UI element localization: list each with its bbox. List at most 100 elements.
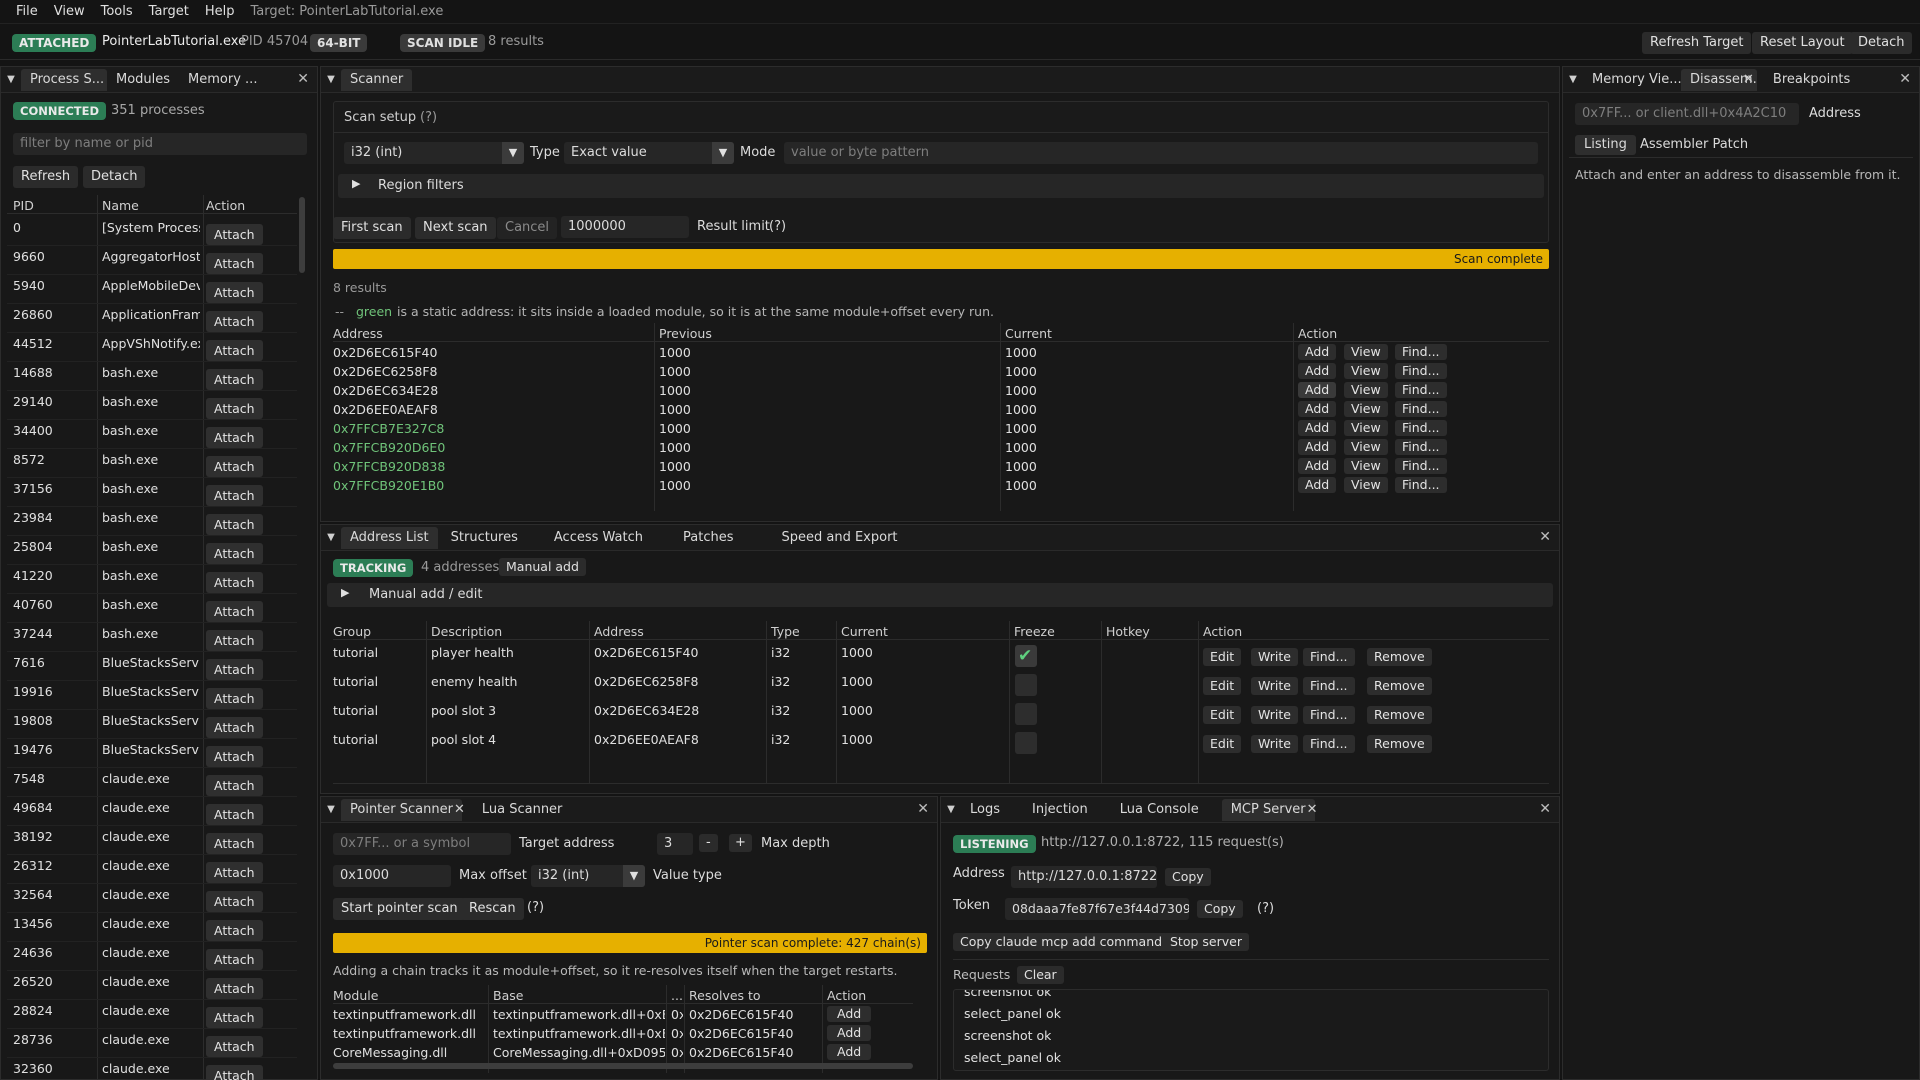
attach-button[interactable]: Attach — [206, 485, 263, 506]
find-access-button[interactable]: Find... — [1395, 344, 1447, 360]
scan-row-address[interactable]: 0x7FFCB7E327C8 — [333, 421, 444, 436]
process-scrollbar[interactable] — [299, 197, 305, 273]
add-pointer-button[interactable]: Add — [827, 1025, 872, 1041]
tab-process-selector[interactable]: Process S... — [21, 68, 107, 91]
address-row-address[interactable]: 0x2D6EC634E28 — [594, 703, 699, 718]
add-pointer-button[interactable]: Add — [827, 1006, 872, 1022]
freeze-checkbox[interactable] — [1015, 674, 1037, 696]
scan-row-address[interactable]: 0x2D6EC615F40 — [333, 345, 437, 360]
collapse-icon[interactable]: ▼ — [321, 804, 341, 815]
address-row-description[interactable]: pool slot 3 — [431, 703, 496, 718]
address-row-description[interactable]: enemy health — [431, 674, 517, 689]
first-scan-button[interactable]: First scan — [333, 217, 411, 239]
address-row-description[interactable]: pool slot 4 — [431, 732, 496, 747]
region-filters-header[interactable]: ▶ Region filters — [338, 174, 1544, 198]
attach-button[interactable]: Attach — [206, 398, 263, 419]
add-to-list-button[interactable]: Add — [1298, 458, 1337, 474]
view-memory-button[interactable]: View — [1344, 344, 1388, 360]
next-scan-button[interactable]: Next scan — [415, 217, 496, 239]
attach-button[interactable]: Attach — [206, 253, 263, 274]
attach-button[interactable]: Attach — [206, 601, 263, 622]
view-memory-button[interactable]: View — [1344, 439, 1388, 455]
freeze-checkbox[interactable]: ✔ — [1015, 645, 1037, 667]
remove-button[interactable]: Remove — [1367, 648, 1432, 666]
tab-address-list[interactable]: Address List — [341, 526, 438, 549]
close-icon[interactable]: ✕ — [1539, 529, 1551, 545]
mcp-address-field[interactable]: http://127.0.0.1:8722 — [1011, 866, 1157, 888]
reset-layout-button[interactable]: Reset Layout — [1752, 32, 1853, 54]
add-to-list-button[interactable]: Add — [1298, 477, 1337, 493]
copy-mcp-command-button[interactable]: Copy claude mcp add command — [953, 933, 1170, 951]
close-icon[interactable]: ✕ — [454, 802, 465, 817]
tab-logs[interactable]: Logs — [961, 799, 1009, 821]
find-access-button[interactable]: Find... — [1395, 477, 1447, 493]
find-button[interactable]: Find... — [1303, 706, 1355, 724]
menu-tools[interactable]: Tools — [93, 0, 141, 24]
tab-pointer-scanner[interactable]: Pointer Scanner — [341, 798, 462, 821]
stop-server-button[interactable]: Stop server — [1163, 933, 1249, 951]
help-icon[interactable]: (?) — [527, 897, 544, 919]
attach-button[interactable]: Attach — [206, 775, 263, 796]
add-to-list-button[interactable]: Add — [1298, 439, 1337, 455]
attach-button[interactable]: Attach — [206, 224, 263, 245]
menu-target[interactable]: Target — [141, 0, 197, 24]
scan-row-address[interactable]: 0x2D6EC6258F8 — [333, 364, 437, 379]
tab-lua-scanner[interactable]: Lua Scanner — [473, 799, 572, 821]
attach-button[interactable]: Attach — [206, 1007, 263, 1028]
attach-button[interactable]: Attach — [206, 427, 263, 448]
attach-button[interactable]: Attach — [206, 891, 263, 912]
menu-help[interactable]: Help — [197, 0, 243, 24]
chevron-down-icon[interactable]: ▼ — [712, 142, 734, 164]
clear-requests-button[interactable]: Clear — [1017, 966, 1064, 984]
tab-lua-console[interactable]: Lua Console — [1111, 799, 1208, 821]
add-pointer-button[interactable]: Add — [827, 1044, 872, 1060]
find-button[interactable]: Find... — [1303, 735, 1355, 753]
address-row-current[interactable]: 1000 — [841, 645, 873, 660]
freeze-checkbox[interactable] — [1015, 703, 1037, 725]
attach-button[interactable]: Attach — [206, 717, 263, 738]
remove-button[interactable]: Remove — [1367, 677, 1432, 695]
write-button[interactable]: Write — [1251, 648, 1299, 666]
process-filter-input[interactable]: filter by name or pid — [13, 133, 307, 155]
attach-button[interactable]: Attach — [206, 311, 263, 332]
address-row-description[interactable]: player health — [431, 645, 514, 660]
address-row-current[interactable]: 1000 — [841, 703, 873, 718]
tab-breakpoints[interactable]: Breakpoints — [1764, 69, 1859, 91]
attach-button[interactable]: Attach — [206, 949, 263, 970]
attach-button[interactable]: Attach — [206, 456, 263, 477]
close-icon[interactable]: ✕ — [297, 71, 309, 87]
edit-button[interactable]: Edit — [1203, 677, 1242, 695]
manual-add-header[interactable]: ▶ Manual add / edit — [327, 583, 1553, 607]
remove-button[interactable]: Remove — [1367, 706, 1432, 724]
address-row-current[interactable]: 1000 — [841, 732, 873, 747]
edit-button[interactable]: Edit — [1203, 706, 1242, 724]
attach-button[interactable]: Attach — [206, 282, 263, 303]
attach-button[interactable]: Attach — [206, 340, 263, 361]
add-to-list-button[interactable]: Add — [1298, 401, 1337, 417]
view-memory-button[interactable]: View — [1344, 477, 1388, 493]
find-button[interactable]: Find... — [1303, 677, 1355, 695]
close-icon[interactable]: ✕ — [917, 801, 929, 817]
mcp-token-field[interactable]: 08daaa7fe87f67e3f44d7309d36ac1a3 — [1005, 898, 1189, 920]
freeze-checkbox[interactable] — [1015, 732, 1037, 754]
view-memory-button[interactable]: View — [1344, 458, 1388, 474]
result-limit-input[interactable]: 1000000 — [561, 216, 689, 238]
max-offset-input[interactable]: 0x1000 — [333, 865, 451, 887]
write-button[interactable]: Write — [1251, 706, 1299, 724]
view-memory-button[interactable]: View — [1344, 382, 1388, 398]
tab-injection[interactable]: Injection — [1023, 799, 1097, 821]
chevron-down-icon[interactable]: ▼ — [502, 142, 524, 164]
find-access-button[interactable]: Find... — [1395, 458, 1447, 474]
scan-row-address[interactable]: 0x2D6EE0AEAF8 — [333, 402, 438, 417]
view-memory-button[interactable]: View — [1344, 401, 1388, 417]
address-row-address[interactable]: 0x2D6EC615F40 — [594, 645, 698, 660]
view-memory-button[interactable]: View — [1344, 363, 1388, 379]
add-to-list-button[interactable]: Add — [1298, 363, 1337, 379]
attach-button[interactable]: Attach — [206, 688, 263, 709]
find-access-button[interactable]: Find... — [1395, 420, 1447, 436]
tab-mcp-server[interactable]: MCP Server — [1221, 798, 1315, 821]
collapse-icon[interactable]: ▼ — [321, 74, 341, 85]
attach-button[interactable]: Attach — [206, 630, 263, 651]
edit-button[interactable]: Edit — [1203, 648, 1242, 666]
chevron-down-icon[interactable]: ▼ — [623, 865, 645, 887]
